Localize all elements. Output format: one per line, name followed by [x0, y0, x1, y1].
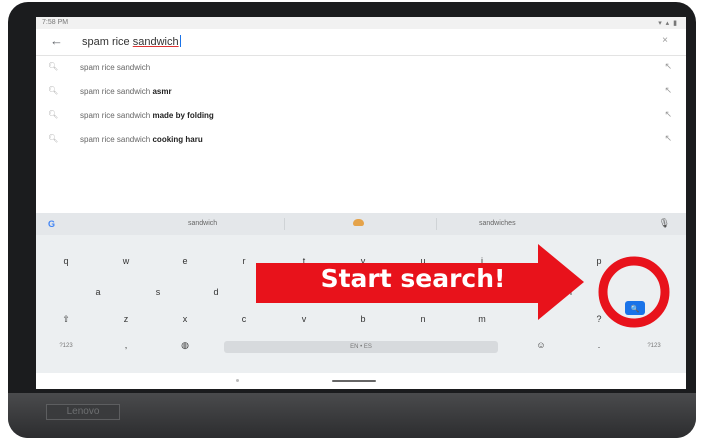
- highlight-circle: [598, 256, 670, 328]
- tutorial-image: Lenovo 7:58 PM ▾ ▴ ▮ ← spam rice sandwic…: [0, 0, 702, 444]
- callout-label: Start search!: [320, 264, 506, 293]
- annotation-overlay: [256, 244, 670, 328]
